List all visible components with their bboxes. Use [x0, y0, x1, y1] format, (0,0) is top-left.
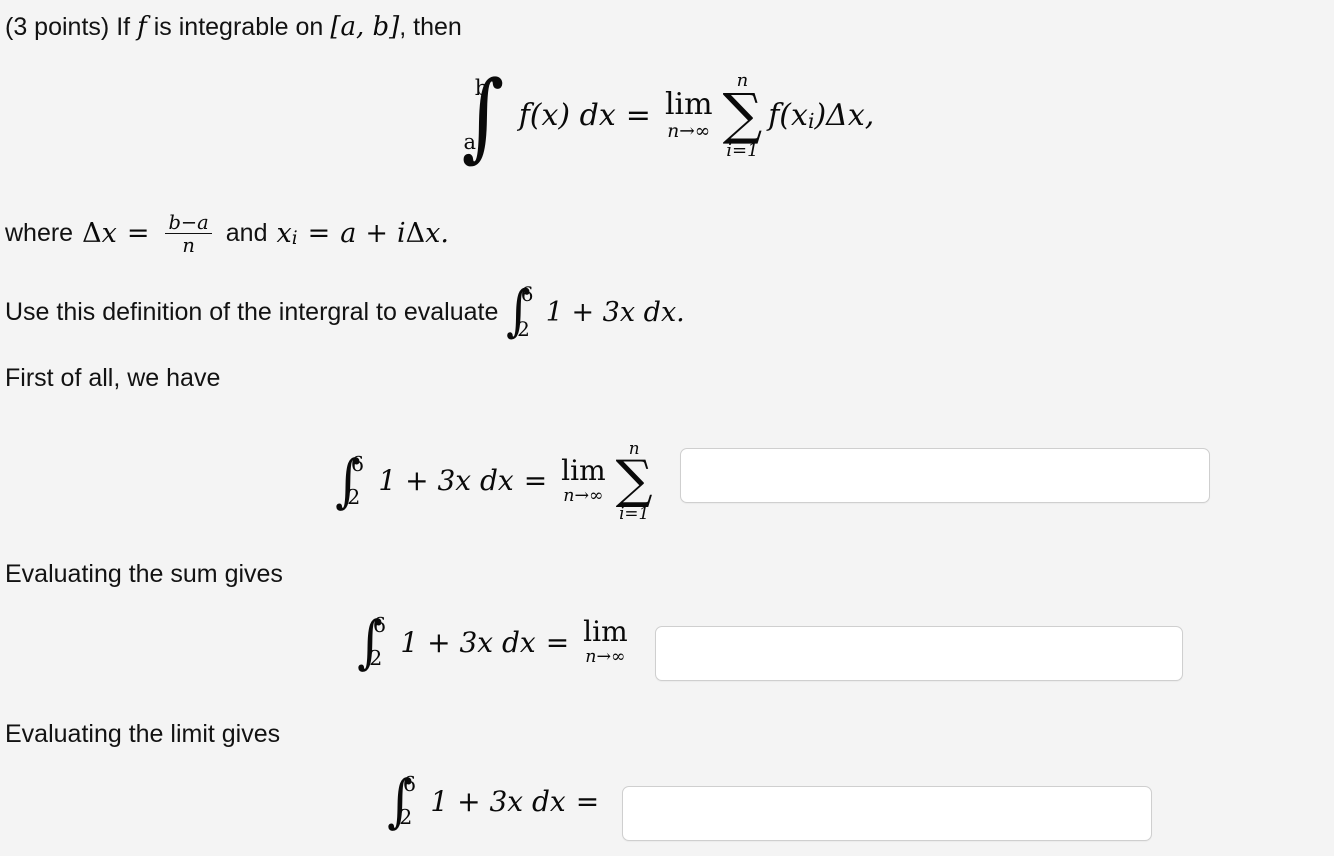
limit-label: lim: [664, 87, 713, 123]
answer-row-value: ∫ 2 6 1 + 3x dx =: [0, 772, 1334, 841]
sum-lower-limit: i=1: [726, 139, 759, 161]
integral-upper-limit: 6: [372, 612, 387, 637]
row3-integrand: 1 + 3x dx: [430, 784, 566, 818]
step-label-first-of-all: First of all, we have: [5, 364, 221, 392]
where-definition-line: where ΔΔxx = b−a n and xi = a + iΔx. iΔx…: [5, 212, 449, 258]
definition-equals-sign: =: [625, 98, 651, 134]
integral-upper-limit: 6: [350, 451, 365, 476]
integral-symbol-row3: ∫ 2 6: [388, 772, 419, 830]
instruction-integrand: 1 + 3x dx.: [545, 296, 685, 328]
delta-x-symbol: ΔΔxx: [82, 217, 117, 249]
limit-operator-row2: lim n→∞: [583, 618, 627, 666]
limit-operator-definition: lim n→∞: [665, 90, 713, 142]
answer-input-limit[interactable]: [655, 626, 1183, 681]
integral-upper-limit: 6: [402, 771, 417, 796]
sum-lower-limit: i=1: [619, 503, 650, 523]
limit-subscript: n→∞: [563, 485, 604, 506]
delta-x-fraction: b−a n: [159, 212, 217, 258]
problem-intro-line: (3 points) If f is integrable on [a, b] …: [5, 14, 462, 40]
integral-symbol-definition: ∫ a b: [460, 68, 505, 164]
answer-row-sum: ∫ 2 6 1 + 3x dx = lim n→∞ n ∑ i=1: [0, 440, 1334, 522]
where-lead-text: where: [5, 218, 74, 247]
where-plus-sign: +: [365, 217, 388, 249]
summation-operator-definition: n ∑ i=1: [723, 72, 763, 160]
row2-equals-sign: =: [545, 625, 570, 659]
math-problem-page: { "page": { "background_color": "#f4f4f4…: [0, 0, 1334, 856]
sum-body-head: f(x: [768, 98, 808, 134]
where-rhs-a: a: [340, 217, 357, 249]
definition-integrand: f(x) dx: [518, 98, 616, 134]
points-label: (3 points): [5, 12, 110, 41]
limit-label: lim: [561, 453, 606, 487]
sigma-glyph: ∑: [722, 82, 763, 147]
intro-text-after-f: is integrable on: [153, 12, 324, 41]
integral-symbol-row1: ∫ 2 6: [336, 452, 367, 510]
x-sub-i-symbol: xi: [276, 217, 298, 250]
limit-subscript: n→∞: [667, 121, 711, 143]
row3-equals-sign: =: [575, 784, 600, 818]
function-symbol-f: f: [137, 12, 147, 42]
interval-notation: [a, b]: [330, 12, 400, 42]
intro-tail-text: , then: [399, 12, 462, 41]
integral-symbol-row2: ∫ 2 6: [358, 613, 389, 671]
definition-equation: ∫ a b f(x) dx = lim n→∞ n ∑ i=1 f(x i)Δx,: [0, 68, 1334, 164]
integral-lower-limit: 2: [517, 317, 530, 342]
limit-subscript: n→∞: [585, 647, 626, 667]
sum-body-tail: )Δx,: [814, 98, 875, 134]
integral-upper-limit: 6: [520, 282, 534, 307]
integral-symbol-instruction: ∫ 2 6: [506, 284, 536, 340]
integral-lower-limit: 2: [347, 484, 361, 509]
integral-lower-limit: 2: [399, 804, 413, 829]
row1-integrand: 1 + 3x dx: [378, 464, 514, 498]
answer-row-limit: ∫ 2 6 1 + 3x dx = lim n→∞: [0, 613, 1334, 681]
integral-lower-limit: a: [463, 129, 476, 154]
row1-equals-sign: =: [523, 464, 548, 498]
fraction-denominator: n: [182, 234, 195, 258]
where-equals-2: =: [307, 217, 331, 249]
answer-input-sum[interactable]: [680, 448, 1210, 503]
integral-lower-limit: 2: [369, 646, 383, 670]
instruction-text: Use this definition of the intergral to …: [5, 297, 499, 326]
limit-operator-row1: lim n→∞: [561, 453, 606, 506]
step-label-evaluating-sum: Evaluating the sum gives: [5, 560, 283, 588]
row2-integrand: 1 + 3x dx: [400, 625, 536, 659]
where-equals-1: =: [126, 217, 150, 249]
instruction-line: Use this definition of the intergral to …: [5, 284, 685, 340]
step-label-evaluating-limit: Evaluating the limit gives: [5, 720, 281, 748]
answer-input-value[interactable]: [622, 786, 1152, 841]
where-and-text: and: [225, 218, 268, 247]
fraction-numerator: b−a: [165, 213, 212, 235]
sum-body-subscript: i: [807, 108, 815, 133]
limit-label: lim: [583, 615, 628, 648]
intro-text-before-f: If: [116, 12, 131, 41]
sigma-glyph: ∑: [615, 449, 653, 510]
integral-upper-limit: b: [474, 76, 489, 101]
summation-operator-row1: n ∑ i=1: [616, 440, 653, 522]
where-rhs-index-term: iΔx. iΔx.: [396, 217, 449, 249]
